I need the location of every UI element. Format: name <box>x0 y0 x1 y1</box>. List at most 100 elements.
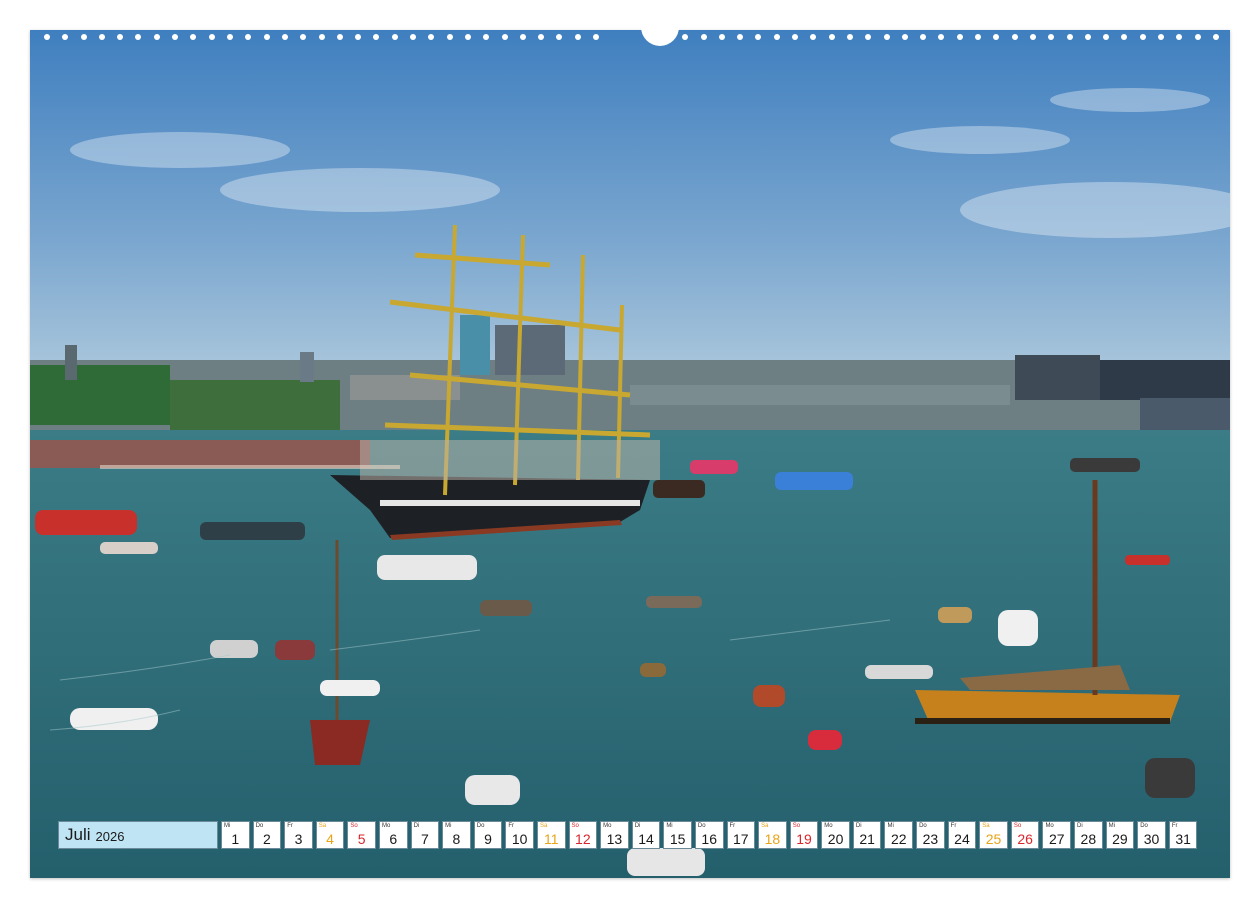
binding-hole <box>792 34 798 40</box>
weekday-label: Sa <box>761 823 769 829</box>
binding-hole <box>117 34 123 40</box>
weekday-label: Mi <box>445 823 452 829</box>
binding-hole <box>865 34 871 40</box>
binding-hole <box>682 34 688 40</box>
binding-hole <box>902 34 908 40</box>
binding-hole <box>938 34 944 40</box>
day-number: 5 <box>357 831 366 847</box>
day-cell: So 5 <box>347 821 376 849</box>
binding-hole <box>502 34 508 40</box>
day-cell: Di 7 <box>410 821 440 849</box>
binding-hole <box>465 34 471 40</box>
month-label-box: Juli 2026 <box>58 821 218 849</box>
binding-hole <box>520 34 526 40</box>
binding-hole <box>99 34 105 40</box>
binding-hole <box>829 34 835 40</box>
binding-hole <box>410 34 416 40</box>
day-number: 10 <box>511 831 528 847</box>
weekday-label: Mo <box>381 823 391 829</box>
binding-hole <box>300 34 306 40</box>
binding-hole <box>1085 34 1091 40</box>
day-cell: Sa 4 <box>315 821 345 849</box>
day-number: 21 <box>859 831 875 847</box>
day-cell: Mi 15 <box>663 821 692 849</box>
month-calendar-bar: Juli 2026 Mi 1 Do 2 Fr 3 Sa 4 So 5 Mo 6 Di 7 Mi 8 Do 9 Fr 1… <box>58 821 1198 849</box>
binding-hole <box>373 34 379 40</box>
weekday-label: Do <box>476 823 485 829</box>
day-number: 14 <box>638 831 654 847</box>
binding-hole <box>920 34 926 40</box>
day-cell: Mo 6 <box>378 821 408 849</box>
day-number: 20 <box>827 831 844 847</box>
weekday-label: Do <box>255 823 264 829</box>
day-cell: Mi 8 <box>442 821 471 849</box>
binding-hole <box>190 34 196 40</box>
day-number: 1 <box>231 831 240 847</box>
day-cell: Sa 25 <box>979 821 1008 849</box>
day-number: 19 <box>796 831 812 847</box>
binding-hole <box>1195 34 1201 40</box>
weekday-label: Sa <box>318 823 327 829</box>
binding-hole <box>957 34 963 40</box>
day-cell: Do 16 <box>694 821 724 849</box>
binding-hole <box>227 34 233 40</box>
binding-hole <box>1103 34 1109 40</box>
binding-hole <box>556 34 562 40</box>
binding-hole <box>1030 34 1036 40</box>
binding-hole <box>593 34 599 40</box>
day-cell: Fr 31 <box>1168 821 1198 849</box>
binding-hole <box>975 34 981 40</box>
day-cell: Do 30 <box>1137 821 1166 849</box>
day-cell: So 26 <box>1010 821 1040 849</box>
binding-hole <box>1067 34 1073 40</box>
weekday-label: Mi <box>666 823 673 829</box>
weekday-label: Mi <box>1108 823 1115 829</box>
day-number: 3 <box>294 831 303 847</box>
weekday-label: Fr <box>729 823 736 829</box>
binding-hole <box>264 34 270 40</box>
harbor-scene <box>30 30 1230 878</box>
binding-hole <box>755 34 761 40</box>
weekday-label: Mo <box>824 823 833 829</box>
weekday-label: Sa <box>982 823 990 829</box>
weekday-label: Di <box>855 823 862 829</box>
calendar-page: Juli 2026 Mi 1 Do 2 Fr 3 Sa 4 So 5 Mo 6 Di 7 Mi 8 Do 9 Fr 1… <box>0 0 1260 908</box>
weekday-label: So <box>571 823 579 829</box>
spiral-binding <box>30 24 1230 46</box>
day-number: 25 <box>985 831 1002 847</box>
binding-hole <box>282 34 288 40</box>
day-number: 27 <box>1048 831 1065 847</box>
day-cell: Sa 18 <box>758 821 787 849</box>
binding-hole <box>337 34 343 40</box>
binding-hole <box>538 34 544 40</box>
weekday-label: Mi <box>224 823 231 829</box>
binding-hole <box>664 34 670 40</box>
weekday-label: Sa <box>539 823 548 829</box>
day-number: 23 <box>922 831 939 847</box>
day-cell: Sa 11 <box>536 821 566 849</box>
day-cell: Mo 27 <box>1042 821 1072 849</box>
weekday-label: Di <box>634 823 641 829</box>
day-number: 24 <box>954 831 970 847</box>
binding-hole <box>447 34 453 40</box>
weekday-label: Mi <box>887 823 894 829</box>
day-cell: Mi 29 <box>1105 821 1135 849</box>
binding-hole <box>884 34 890 40</box>
day-number: 16 <box>701 831 717 847</box>
weekday-label: Di <box>1077 823 1083 829</box>
weekday-label: Di <box>413 823 420 829</box>
binding-hole <box>319 34 325 40</box>
weekday-label: Fr <box>287 823 293 829</box>
day-cell: Mo 20 <box>821 821 850 849</box>
day-cell: Do 2 <box>252 821 282 849</box>
day-number: 28 <box>1080 831 1097 847</box>
binding-hole <box>1140 34 1146 40</box>
day-cell: Di 21 <box>852 821 882 849</box>
day-cell: Do 9 <box>473 821 503 849</box>
month-year: 2026 <box>95 829 125 844</box>
binding-hole <box>355 34 361 40</box>
binding-hole <box>993 34 999 40</box>
binding-hole <box>81 34 87 40</box>
month-name: Juli <box>65 825 91 844</box>
crowd-bank <box>30 440 370 468</box>
